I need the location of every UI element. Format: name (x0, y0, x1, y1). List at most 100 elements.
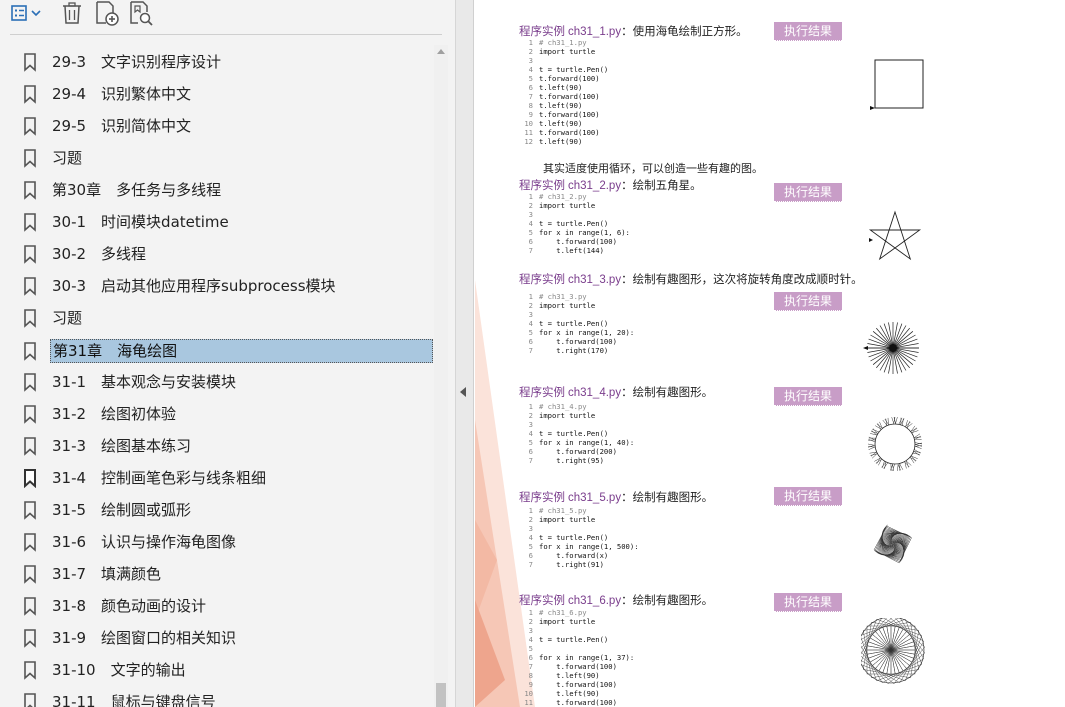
result-badge: 执行结果 (774, 593, 842, 612)
bookmark-item[interactable]: 30-1 时间模块datetime (22, 209, 434, 235)
code-text: t.left(90) (539, 689, 600, 698)
bookmark-item[interactable]: 30-2 多线程 (22, 241, 434, 267)
program-example: 程序实例 ch31_5.py：绘制有趣图形。 执行结果 1 # ch31_5.py 2 im… (519, 487, 879, 590)
bookmark-item[interactable]: 30-3 启动其他应用程序subprocess模块 (22, 273, 434, 299)
code-text: import turtle (539, 47, 596, 56)
result-badge: 执行结果 (774, 487, 842, 506)
example-title: 程序实例 ch31_6.py：绘制有趣图形。 (519, 593, 713, 608)
line-number: 4 (528, 429, 533, 438)
line-number: 3 (528, 524, 533, 533)
code-line: 10 t.left(90) (519, 689, 634, 698)
bookmark-label: 31-3 绘图基本练习 (52, 437, 192, 455)
bookmark-label: 31-10 文字的输出 (52, 661, 186, 679)
new-bookmark-button[interactable] (94, 0, 120, 26)
code-listing: 1 # ch31_6.py 2 import turtle 3 4 t = turtle.P… (519, 608, 634, 707)
bookmark-icon (24, 85, 36, 104)
line-number: 3 (528, 210, 533, 219)
code-text: t.forward(100) (539, 680, 617, 689)
bookmark-icon (24, 629, 36, 648)
bookmark-item[interactable]: 31-11 鼠标与键盘信号 (22, 689, 434, 707)
code-line: 5 for x in range(1, 40): (519, 438, 635, 447)
line-number: 4 (528, 219, 533, 228)
code-text: t = turtle.Pen() (539, 219, 609, 228)
delete-bookmark-button[interactable] (60, 0, 84, 26)
bookmark-item[interactable]: 31-3 绘图基本练习 (22, 433, 434, 459)
code-line: 6 t.left(90) (519, 83, 608, 92)
line-number: 2 (528, 617, 533, 626)
bookmark-icon (24, 405, 36, 424)
result-badge: 执行结果 (774, 22, 842, 41)
code-text: t = turtle.Pen() (539, 319, 609, 328)
bookmark-icon (24, 245, 36, 264)
bookmark-item[interactable]: 31-5 绘制圆或弧形 (22, 497, 434, 523)
code-text: t = turtle.Pen() (539, 65, 609, 74)
code-line: 2 import turtle (519, 201, 630, 210)
code-line: 9 t.forward(100) (519, 680, 634, 689)
example-label: 程序实例 (519, 490, 565, 504)
code-listing: 1 # ch31_5.py 2 import turtle 3 4 t = turtle.P… (519, 506, 639, 569)
bookmark-item[interactable]: 31-9 绘图窗口的相关知识 (22, 625, 434, 651)
bookmark-icon (24, 661, 36, 680)
code-line: 8 t.left(90) (519, 101, 608, 110)
bookmark-item[interactable]: 29-4 识别繁体中文 (22, 81, 434, 107)
code-text: import turtle (539, 411, 596, 420)
bookmark-label: 31-7 填满颜色 (52, 565, 162, 583)
line-number: 1 (528, 402, 533, 411)
bookmark-item[interactable]: 29-5 识别简体中文 (22, 113, 434, 139)
example-description: ：绘制有趣图形，这次将旋转角度改成顺时针。 (621, 272, 863, 286)
line-number: 1 (528, 192, 533, 201)
example-description: ：绘制有趣图形。 (621, 385, 714, 399)
panel-splitter[interactable] (456, 0, 474, 707)
line-number: 4 (528, 319, 533, 328)
code-listing: 1 # ch31_1.py 2 import turtle 3 4 t = turtle.P… (519, 38, 608, 146)
bookmark-item[interactable]: 习题 (22, 305, 434, 331)
bookmark-item[interactable]: 29-3 文字识别程序设计 (22, 49, 434, 75)
line-number: 4 (528, 65, 533, 74)
bookmark-icon (24, 469, 36, 488)
bookmark-item[interactable]: 31-8 颜色动画的设计 (22, 593, 434, 619)
example-title: 程序实例 ch31_4.py：绘制有趣图形。 (519, 385, 713, 400)
code-line: 10 t.left(90) (519, 119, 608, 128)
line-number: 8 (528, 101, 533, 110)
code-line: 5 (519, 644, 634, 653)
code-line: 5 t.forward(100) (519, 74, 608, 83)
code-line: 3 (519, 524, 639, 533)
program-example: 程序实例 ch31_1.py：使用海龟绘制正方形。 执行结果 1 # ch31_1.py… (519, 22, 879, 146)
example-label: 程序实例 (519, 593, 565, 607)
options-button[interactable] (8, 0, 46, 26)
code-text: for x in range(1, 6): (539, 228, 630, 237)
code-line: 3 (519, 56, 608, 65)
bookmark-item[interactable]: 第30章 多任务与多线程 (22, 177, 434, 203)
example-description: ：使用海龟绘制正方形。 (621, 24, 748, 38)
bookmark-icon (24, 53, 36, 72)
bookmark-icon (24, 437, 36, 456)
example-label: 程序实例 (519, 272, 565, 286)
bookmark-item[interactable]: 31-2 绘图初体验 (22, 401, 434, 427)
line-number: 2 (528, 301, 533, 310)
code-listing: 1 # ch31_4.py 2 import turtle 3 4 t = turtle.P… (519, 402, 635, 465)
bookmark-scrollbar[interactable] (434, 45, 448, 707)
bookmark-item[interactable]: 31-4 控制画笔色彩与线条粗细 (22, 465, 434, 491)
code-line: 2 import turtle (519, 47, 608, 56)
code-text: t.right(170) (539, 346, 609, 355)
bookmark-item[interactable]: 31-7 填满颜色 (22, 561, 434, 587)
bookmark-item[interactable]: 31-6 认识与操作海龟图像 (22, 529, 434, 555)
collapse-arrow-icon[interactable] (460, 387, 466, 397)
bookmark-item[interactable]: 习题 (22, 145, 434, 171)
code-text: import turtle (539, 201, 596, 210)
bookmark-item[interactable]: 31-10 文字的输出 (22, 657, 434, 683)
code-line: 2 import turtle (519, 617, 634, 626)
scrollbar-thumb[interactable] (436, 683, 446, 707)
example-filename: ch31_1.py (568, 26, 622, 38)
bookmark-item[interactable]: 第31章 海龟绘图 (22, 338, 434, 364)
line-number: 7 (528, 662, 533, 671)
code-line: 9 t.forward(100) (519, 110, 608, 119)
bookmark-item[interactable]: 31-1 基本观念与安装模块 (22, 369, 434, 395)
code-text: # ch31_4.py (539, 402, 587, 411)
scroll-up-arrow-icon[interactable] (434, 45, 448, 59)
find-bookmark-button[interactable] (128, 0, 154, 26)
code-text: t.left(90) (539, 119, 583, 128)
line-number: 1 (528, 506, 533, 515)
line-number: 3 (528, 310, 533, 319)
find-bookmark-icon (130, 1, 153, 26)
